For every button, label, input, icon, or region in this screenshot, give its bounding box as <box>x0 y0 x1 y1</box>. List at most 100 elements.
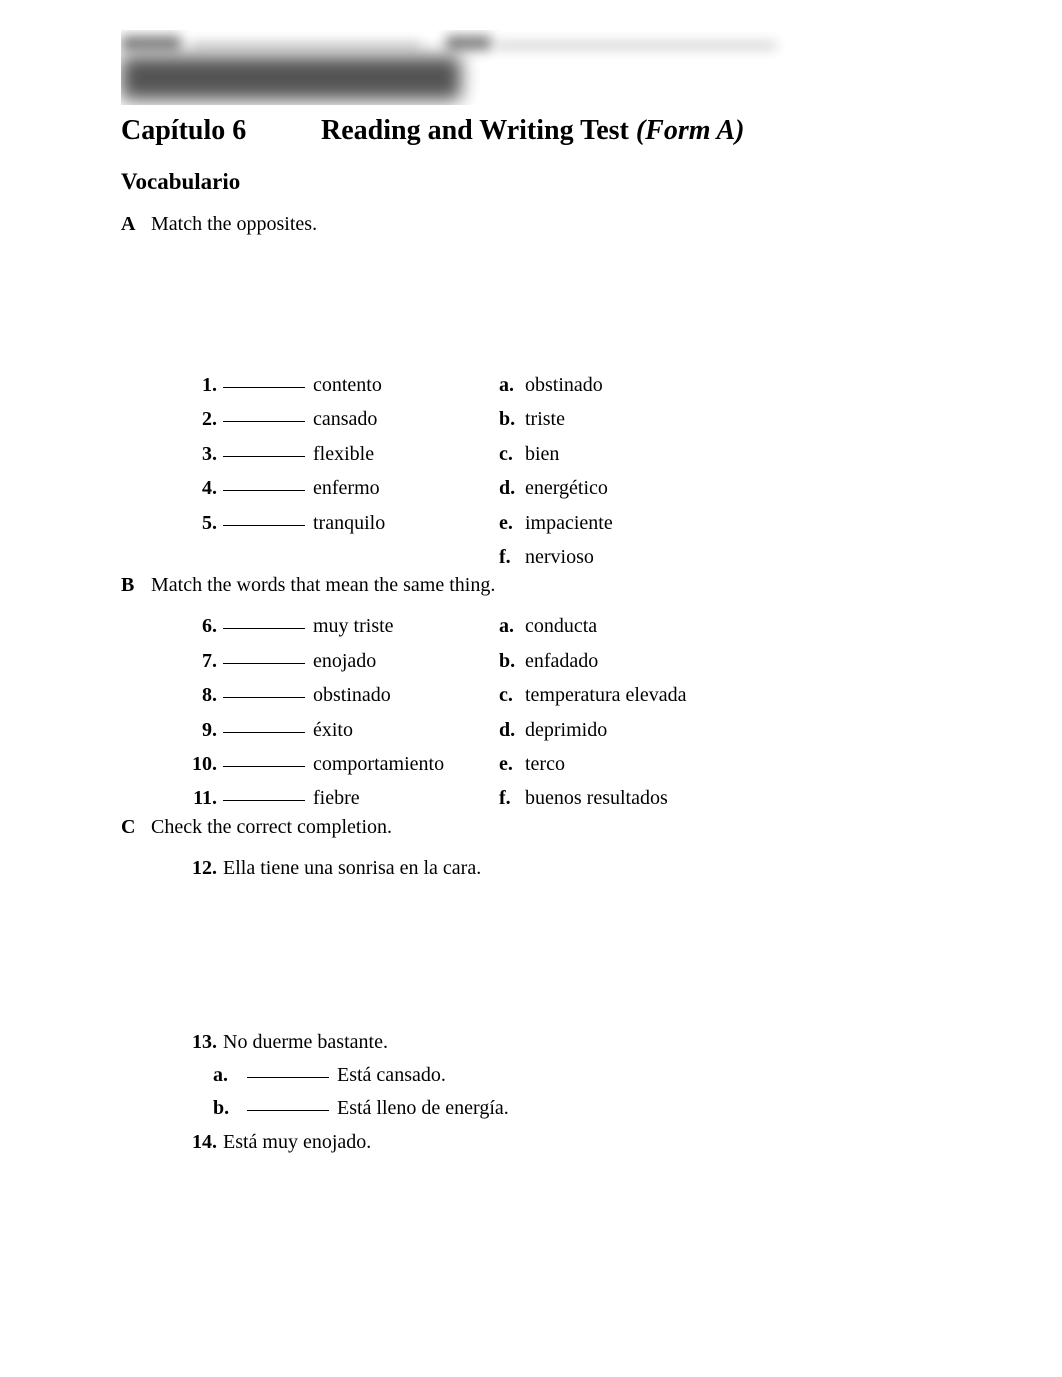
question-row: 12. Ella tiene una sonrisa en la cara. <box>179 851 941 885</box>
option-word: deprimido <box>525 713 607 747</box>
choice-text: Está lleno de energía. <box>337 1092 509 1125</box>
item-number: 8. <box>179 678 223 712</box>
answer-blank[interactable] <box>223 713 305 733</box>
item-number: 1. <box>179 368 223 402</box>
answer-blank[interactable] <box>223 747 305 767</box>
instruction-text: Match the words that mean the same thing… <box>151 574 495 597</box>
item-word: éxito <box>313 713 499 747</box>
item-word: contento <box>313 368 499 402</box>
choice-letter: b. <box>213 1092 247 1125</box>
item-number: 11. <box>179 781 223 815</box>
section-letter: A <box>121 213 151 236</box>
heading-row: Capítulo 6 Reading and Writing Test (For… <box>121 115 941 147</box>
item-word: fiebre <box>313 781 499 815</box>
blurred-header <box>121 30 941 105</box>
option-letter: a. <box>499 609 525 643</box>
match-row: 4. enfermo d. energético <box>179 471 941 505</box>
answer-blank[interactable] <box>223 781 305 801</box>
match-row: 6. muy triste a. conducta <box>179 609 941 643</box>
choice-text: Está cansado. <box>337 1059 446 1092</box>
question-row: 13. No duerme bastante. <box>179 1025 941 1059</box>
match-row: 8. obstinado c. temperatura elevada <box>179 678 941 712</box>
option-letter: d. <box>499 471 525 505</box>
item-number: 7. <box>179 644 223 678</box>
question-number: 13. <box>179 1025 223 1059</box>
item-number: 5. <box>179 506 223 540</box>
item-word: flexible <box>313 437 499 471</box>
item-number: 2. <box>179 402 223 436</box>
option-letter: d. <box>499 713 525 747</box>
item-word: cansado <box>313 402 499 436</box>
option-word: terco <box>525 747 565 781</box>
option-letter: e. <box>499 506 525 540</box>
answer-blank[interactable] <box>223 644 305 664</box>
option-word: nervioso <box>525 540 594 574</box>
answer-blank[interactable] <box>223 368 305 388</box>
section-b-exercise: 6. muy triste a. conducta 7. enojado b. … <box>179 609 941 815</box>
match-row: 1. contento a. obstinado <box>179 368 941 402</box>
item-word: enfermo <box>313 471 499 505</box>
option-letter: b. <box>499 402 525 436</box>
answer-blank[interactable] <box>247 1058 329 1078</box>
item-number: 4. <box>179 471 223 505</box>
item-word: tranquilo <box>313 506 499 540</box>
item-number: 9. <box>179 713 223 747</box>
worksheet-page: Capítulo 6 Reading and Writing Test (For… <box>121 30 941 1159</box>
question-text: No duerme bastante. <box>223 1025 388 1059</box>
question-text: Ella tiene una sonrisa en la cara. <box>223 851 481 885</box>
option-letter: a. <box>499 368 525 402</box>
option-letter: f. <box>499 540 525 574</box>
item-number: 6. <box>179 609 223 643</box>
section-letter: C <box>121 816 151 839</box>
option-letter: b. <box>499 644 525 678</box>
chapter-title: Capítulo 6 <box>121 115 321 147</box>
option-word: energético <box>525 471 608 505</box>
question-number: 12. <box>179 851 223 885</box>
section-c-exercise: 12. Ella tiene una sonrisa en la cara. 1… <box>179 851 941 1159</box>
option-word: bien <box>525 437 559 471</box>
option-word: temperatura elevada <box>525 678 687 712</box>
choice-row: b. Está lleno de energía. <box>213 1092 941 1125</box>
option-word: impaciente <box>525 506 613 540</box>
match-row: 10. comportamiento e. terco <box>179 747 941 781</box>
answer-blank[interactable] <box>223 402 305 422</box>
option-word: conducta <box>525 609 597 643</box>
item-word: comportamiento <box>313 747 499 781</box>
match-row: 5. tranquilo e. impaciente <box>179 506 941 540</box>
option-letter: f. <box>499 781 525 815</box>
section-a-exercise: 1. contento a. obstinado 2. cansado b. t… <box>179 248 941 574</box>
option-word: triste <box>525 402 565 436</box>
section-letter: B <box>121 574 151 597</box>
question-row: 14. Está muy enojado. <box>179 1125 941 1159</box>
option-word: enfadado <box>525 644 598 678</box>
option-word: obstinado <box>525 368 603 402</box>
question-text: Está muy enojado. <box>223 1125 371 1159</box>
test-title-text: Reading and Writing Test <box>321 115 629 146</box>
match-row: 7. enojado b. enfadado <box>179 644 941 678</box>
answer-blank[interactable] <box>223 471 305 491</box>
choice-row: a. Está cansado. <box>213 1059 941 1092</box>
option-letter: c. <box>499 437 525 471</box>
instruction-text: Match the opposites. <box>151 213 317 236</box>
answer-blank[interactable] <box>223 609 305 629</box>
option-word: buenos resultados <box>525 781 668 815</box>
item-number: 10. <box>179 747 223 781</box>
instruction-text: Check the correct completion. <box>151 816 392 839</box>
option-letter: c. <box>499 678 525 712</box>
match-row: f. nervioso <box>179 540 941 574</box>
match-row: 3. flexible c. bien <box>179 437 941 471</box>
item-word: muy triste <box>313 609 499 643</box>
answer-blank[interactable] <box>223 437 305 457</box>
item-word: obstinado <box>313 678 499 712</box>
section-a-instruction: A Match the opposites. <box>121 213 941 236</box>
test-form: (Form A) <box>636 115 745 146</box>
test-title: Reading and Writing Test (Form A) <box>321 115 744 147</box>
answer-blank[interactable] <box>223 506 305 526</box>
answer-blank[interactable] <box>223 678 305 698</box>
section-title: Vocabulario <box>121 169 941 195</box>
match-row: 11. fiebre f. buenos resultados <box>179 781 941 815</box>
option-letter: e. <box>499 747 525 781</box>
section-c-instruction: C Check the correct completion. <box>121 816 941 839</box>
question-number: 14. <box>179 1125 223 1159</box>
answer-blank[interactable] <box>247 1091 329 1111</box>
